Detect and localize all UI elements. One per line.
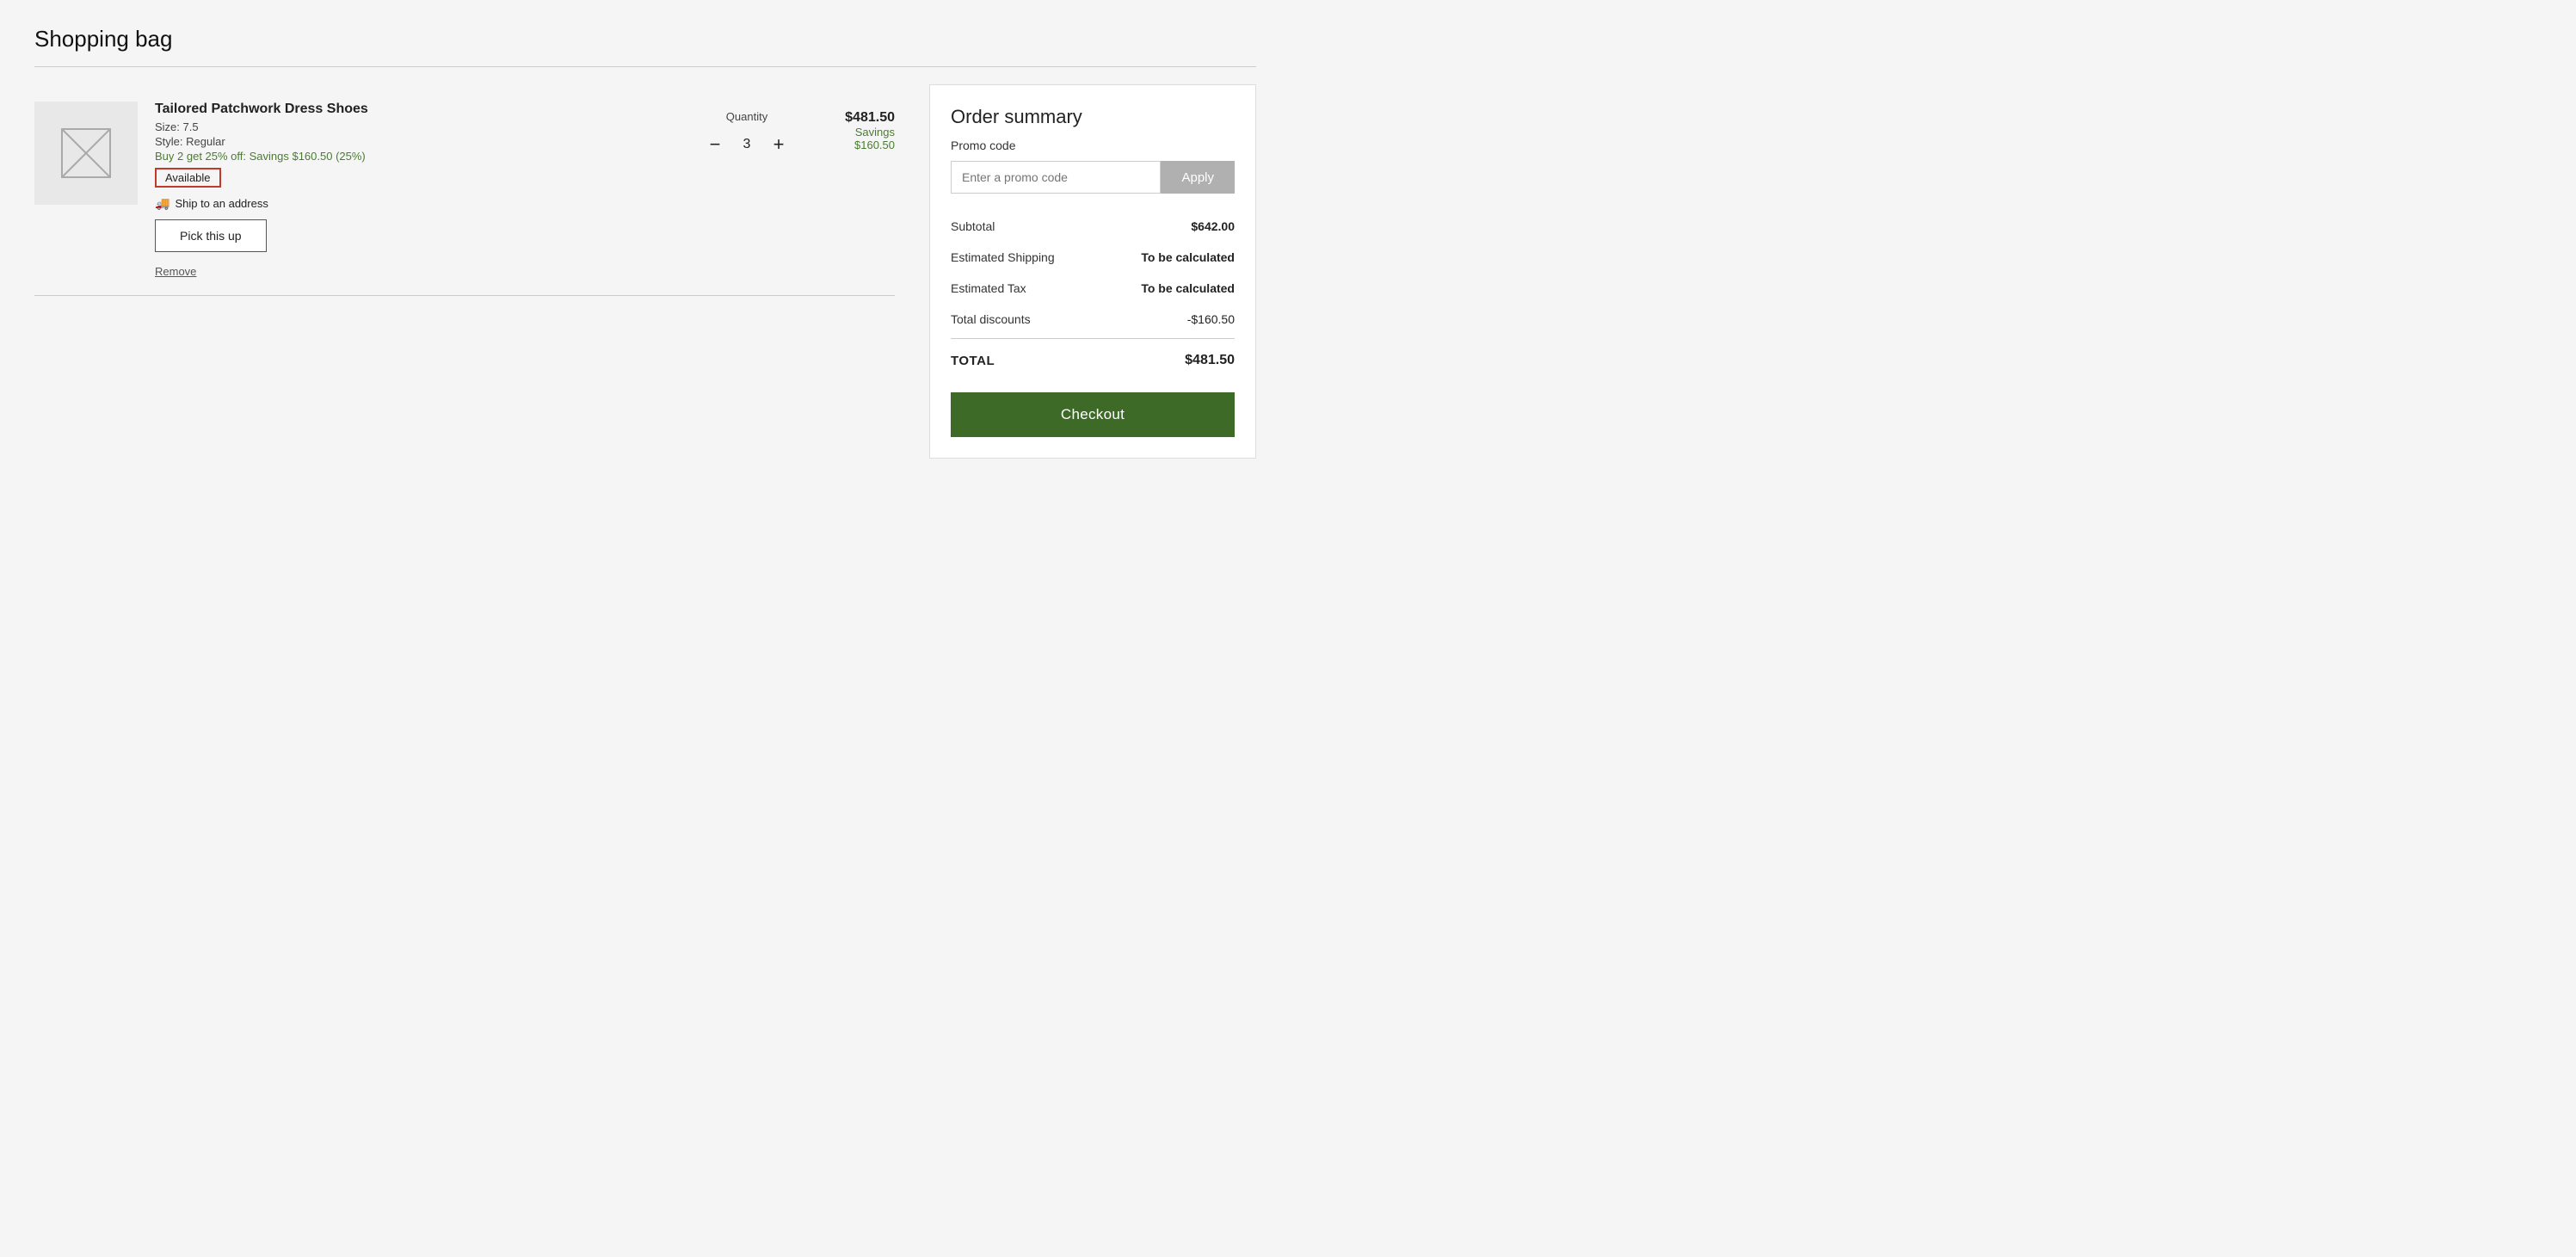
- shipping-value: To be calculated: [1141, 250, 1235, 264]
- savings-amount: $160.50: [809, 139, 895, 151]
- subtotal-value: $642.00: [1191, 219, 1235, 233]
- image-icon: [60, 127, 112, 179]
- summary-divider: [951, 338, 1235, 339]
- apply-button[interactable]: Apply: [1161, 161, 1235, 194]
- ship-label: Ship to an address: [175, 197, 268, 210]
- tax-value: To be calculated: [1141, 281, 1235, 295]
- savings-label: Savings: [809, 126, 895, 139]
- cart-section: Tailored Patchwork Dress Shoes Size: 7.5…: [34, 84, 895, 296]
- checkout-button[interactable]: Checkout: [951, 392, 1235, 437]
- subtotal-label: Subtotal: [951, 219, 995, 233]
- promo-code-label: Promo code: [951, 139, 1235, 152]
- page-title: Shopping bag: [34, 26, 1256, 52]
- tax-label: Estimated Tax: [951, 281, 1026, 295]
- shipping-label: Estimated Shipping: [951, 250, 1055, 264]
- quantity-section: Quantity − 3 +: [702, 102, 792, 278]
- order-summary: Order summary Promo code Apply Subtotal …: [929, 84, 1256, 459]
- quantity-value: 3: [736, 137, 757, 152]
- total-row: TOTAL $481.50: [951, 342, 1235, 379]
- discounts-label: Total discounts: [951, 312, 1031, 326]
- availability-badge: Available: [155, 168, 221, 188]
- summary-row-discounts: Total discounts -$160.50: [951, 304, 1235, 335]
- promo-code-input[interactable]: [951, 161, 1161, 194]
- quantity-controls: − 3 +: [702, 132, 792, 157]
- quantity-decrease-button[interactable]: −: [702, 132, 728, 157]
- header-divider: [34, 66, 1256, 67]
- promo-code-row: Apply: [951, 161, 1235, 194]
- discounts-value: -$160.50: [1187, 312, 1235, 326]
- product-size: Size: 7.5: [155, 120, 685, 133]
- quantity-increase-button[interactable]: +: [766, 132, 792, 157]
- remove-button[interactable]: Remove: [155, 265, 196, 278]
- summary-row-subtotal: Subtotal $642.00: [951, 211, 1235, 242]
- product-style: Style: Regular: [155, 135, 685, 148]
- price-main: $481.50: [809, 110, 895, 126]
- content-area: Tailored Patchwork Dress Shoes Size: 7.5…: [34, 84, 1256, 459]
- promo-text: Buy 2 get 25% off: Savings $160.50 (25%): [155, 150, 685, 163]
- truck-icon: 🚚: [155, 196, 169, 211]
- product-details: Tailored Patchwork Dress Shoes Size: 7.5…: [155, 102, 685, 278]
- product-image: [34, 102, 138, 205]
- product-name: Tailored Patchwork Dress Shoes: [155, 102, 685, 117]
- total-label: TOTAL: [951, 354, 995, 368]
- ship-option: 🚚 Ship to an address: [155, 196, 685, 211]
- summary-title: Order summary: [951, 106, 1235, 128]
- cart-item: Tailored Patchwork Dress Shoes Size: 7.5…: [34, 84, 895, 296]
- summary-row-tax: Estimated Tax To be calculated: [951, 273, 1235, 304]
- quantity-label: Quantity: [726, 110, 767, 123]
- price-section: $481.50 Savings $160.50: [809, 102, 895, 278]
- total-value: $481.50: [1185, 353, 1235, 368]
- summary-row-shipping: Estimated Shipping To be calculated: [951, 242, 1235, 273]
- pickup-button[interactable]: Pick this up: [155, 219, 267, 252]
